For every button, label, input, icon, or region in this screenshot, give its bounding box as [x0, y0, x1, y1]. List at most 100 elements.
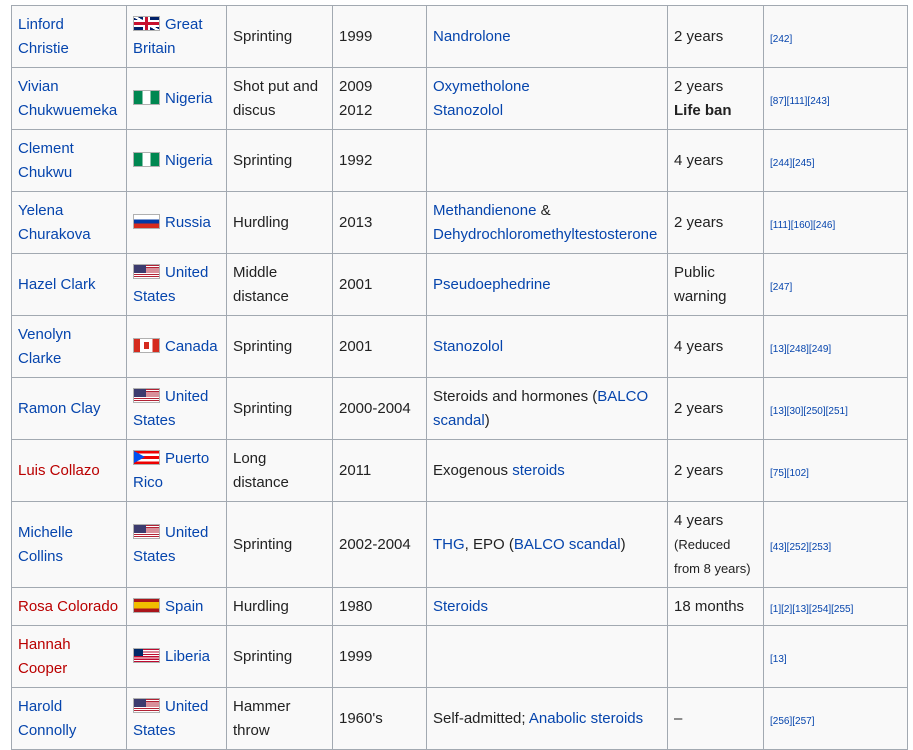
substance-link[interactable]: Stanozolol: [433, 338, 503, 355]
athlete-link[interactable]: Yelena: [18, 199, 120, 223]
event-cell: Sprinting: [226, 501, 333, 588]
reference-links[interactable]: [13]: [770, 654, 787, 665]
substance-link[interactable]: Anabolic steroids: [529, 710, 643, 727]
substance-link[interactable]: Methandienone: [433, 202, 536, 219]
reference-links[interactable]: [111][160][246]: [770, 220, 835, 231]
substance-link[interactable]: Pseudoephedrine: [433, 276, 551, 293]
year-cell: 2013: [332, 191, 427, 254]
athlete-link[interactable]: Clarke: [18, 347, 120, 371]
substance-link[interactable]: BALCO scandal: [514, 536, 621, 553]
reference-links[interactable]: [13][248][249]: [770, 344, 831, 355]
country-link[interactable]: United: [165, 698, 208, 715]
table-row: Harold Connolly United States Hammer throw 196…: [11, 687, 908, 750]
substance-line: Nandrolone: [433, 25, 661, 49]
athlete-link[interactable]: Harold: [18, 695, 120, 719]
event-cell: Middle distance: [226, 253, 333, 316]
country-link[interactable]: Liberia: [165, 648, 210, 665]
athlete-link[interactable]: Vivian: [18, 75, 120, 99]
athlete-link[interactable]: Christie: [18, 37, 120, 61]
substance-cell: Steroids and hormones (BALCO scandal): [426, 377, 668, 440]
country-flag-icon: [133, 89, 160, 105]
year-text: 1999: [339, 647, 373, 665]
event-text: distance: [233, 473, 289, 491]
athlete-link[interactable]: Luis Collazo: [18, 459, 120, 483]
year-cell: 2000-2004: [332, 377, 427, 440]
event-text: Sprinting: [233, 337, 293, 355]
substance-line: Oxymetholone: [433, 75, 661, 99]
substance-link[interactable]: THG: [433, 536, 465, 553]
athlete-link[interactable]: Churakova: [18, 223, 120, 247]
country-link[interactable]: Canada: [165, 338, 218, 355]
country-link[interactable]: Nigeria: [165, 90, 213, 107]
reference-links[interactable]: [244][245]: [770, 158, 814, 169]
athlete-link[interactable]: Hannah: [18, 633, 120, 657]
substance-link[interactable]: Dehydrochloromethyltestosterone: [433, 226, 657, 243]
athlete-link[interactable]: Michelle: [18, 521, 120, 545]
penalty-cell: 2 years: [667, 439, 764, 502]
athlete-link[interactable]: Linford: [18, 13, 120, 37]
athlete-link[interactable]: Chukwu: [18, 161, 120, 185]
country-cell: United States: [126, 501, 227, 588]
country-link[interactable]: United: [165, 524, 208, 541]
substance-line: Steroids: [433, 595, 661, 619]
event-text: Middle: [233, 263, 278, 281]
references-cell: [111][160][246]: [763, 191, 908, 254]
substance-text: Self-admitted;: [433, 709, 529, 727]
athlete-link[interactable]: Hazel Clark: [18, 273, 120, 297]
event-cell: Sprinting: [226, 129, 333, 192]
country-link[interactable]: Nigeria: [165, 152, 213, 169]
athlete-link[interactable]: Collins: [18, 545, 120, 569]
year-text: 2001: [339, 337, 373, 355]
reference-links[interactable]: [75][102]: [770, 468, 809, 479]
event-text: Sprinting: [233, 27, 293, 45]
athlete-link[interactable]: Ramon Clay: [18, 397, 120, 421]
country-link[interactable]: Britain: [133, 37, 220, 61]
reference-links[interactable]: [247]: [770, 282, 792, 293]
reference-links[interactable]: [43][252][253]: [770, 542, 831, 553]
country-link[interactable]: Puerto: [165, 450, 209, 467]
reference-links[interactable]: [87][111][243]: [770, 96, 830, 107]
substance-link[interactable]: scandal: [433, 412, 485, 429]
country-link[interactable]: Great: [165, 16, 203, 33]
substance-link[interactable]: Oxymetholone: [433, 78, 530, 95]
substance-link[interactable]: BALCO: [597, 388, 648, 405]
table-row: Yelena Churakova Russia Hurdling 2013 Methand…: [11, 191, 908, 254]
table-row: Rosa Colorado Spain Hurdling 1980 Steroids 18…: [11, 587, 908, 626]
reference-links[interactable]: [13][30][250][251]: [770, 406, 848, 417]
penalty-text: 4 years: [674, 511, 724, 529]
country-link[interactable]: United: [165, 264, 208, 281]
country-link[interactable]: States: [133, 719, 220, 743]
year-text: 2002-2004: [339, 535, 411, 553]
country-link[interactable]: States: [133, 545, 220, 569]
athlete-link[interactable]: Rosa Colorado: [18, 595, 120, 619]
event-text: Hammer: [233, 697, 291, 715]
athlete-link[interactable]: Venolyn: [18, 323, 120, 347]
reference-links[interactable]: [1][2][13][254][255]: [770, 604, 853, 615]
athlete-link[interactable]: Connolly: [18, 719, 120, 743]
event-cell: Long distance: [226, 439, 333, 502]
athlete-link[interactable]: Clement: [18, 137, 120, 161]
country-link[interactable]: Spain: [165, 598, 203, 615]
country-link[interactable]: States: [133, 409, 220, 433]
year-text: 2009: [339, 77, 373, 95]
substance-link[interactable]: Stanozolol: [433, 102, 503, 119]
country-cell: United States: [126, 687, 227, 750]
country-link[interactable]: States: [133, 285, 220, 309]
country-link[interactable]: United: [165, 388, 208, 405]
athlete-link[interactable]: Cooper: [18, 657, 120, 681]
substance-cell: [426, 129, 668, 192]
country-link[interactable]: Russia: [165, 214, 211, 231]
event-text: throw: [233, 721, 270, 739]
substance-line: Methandienone &: [433, 199, 661, 223]
substance-text: , EPO (: [464, 535, 514, 553]
substance-link[interactable]: Steroids: [433, 598, 488, 615]
year-text: 1992: [339, 151, 373, 169]
reference-links[interactable]: [242]: [770, 34, 792, 45]
substance-link[interactable]: Nandrolone: [433, 28, 511, 45]
country-link[interactable]: Rico: [133, 471, 220, 495]
substance-link[interactable]: steroids: [512, 462, 565, 479]
reference-links[interactable]: [256][257]: [770, 716, 814, 727]
athlete-link[interactable]: Chukwuemeka: [18, 99, 120, 123]
year-cell: 2001: [332, 315, 427, 378]
table-row: Linford Christie Great Britain Sprinting 1999…: [11, 5, 908, 68]
